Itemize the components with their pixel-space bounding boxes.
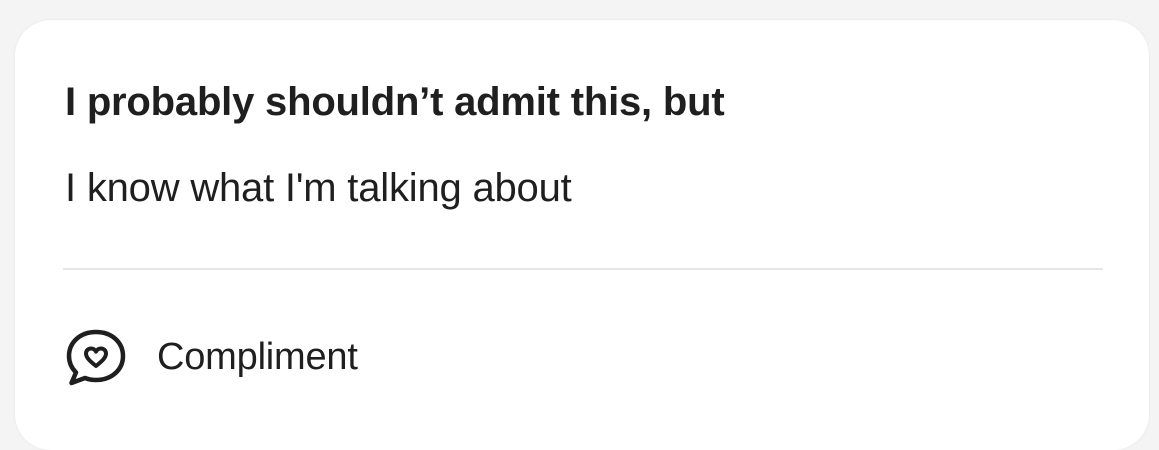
compliment-button[interactable]: Compliment xyxy=(63,325,358,389)
heart-chat-bubble-icon xyxy=(66,329,126,386)
divider xyxy=(63,268,1103,270)
prompt-title: I probably shouldn’t admit this, but xyxy=(65,80,725,124)
prompt-answer: I know what I'm talking about xyxy=(65,166,572,210)
prompt-card: I probably shouldn’t admit this, but I k… xyxy=(15,20,1149,450)
compliment-label: Compliment xyxy=(157,335,358,378)
